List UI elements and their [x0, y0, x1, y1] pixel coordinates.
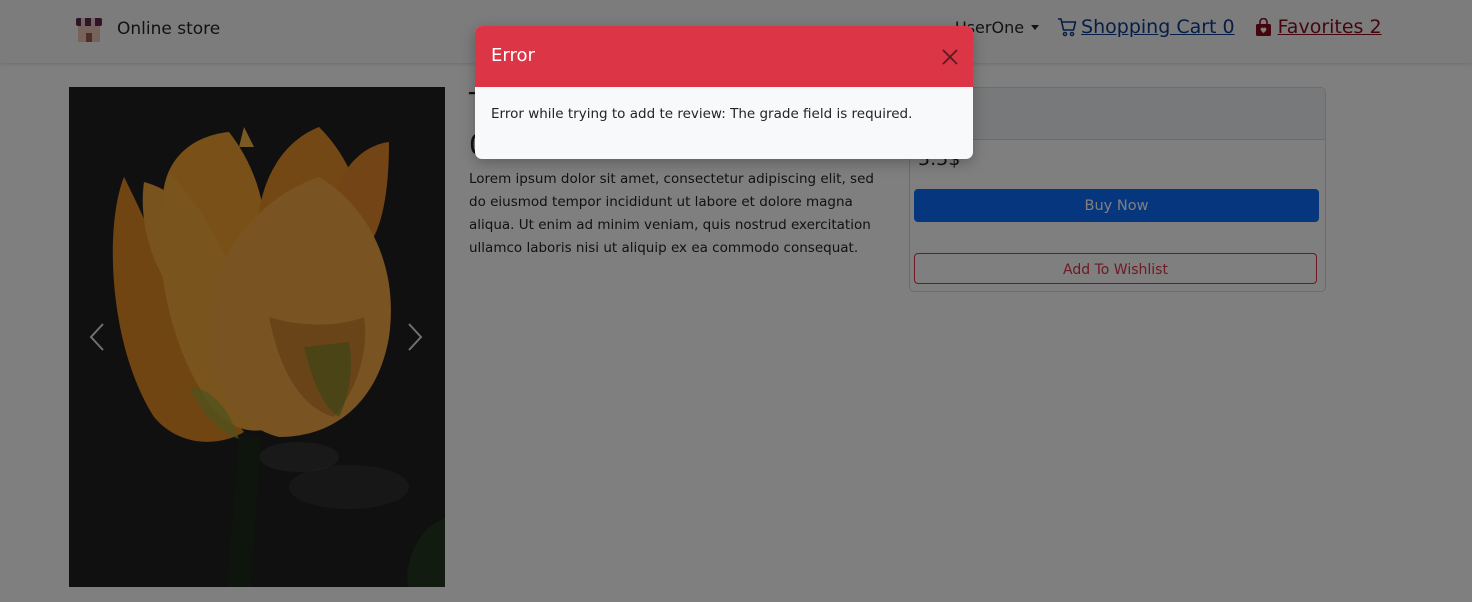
- modal-header: Error: [475, 26, 973, 87]
- error-modal: Error Error while trying to add te revie…: [475, 26, 973, 159]
- modal-title: Error: [491, 45, 535, 66]
- close-icon[interactable]: [941, 48, 959, 66]
- modal-message: Error while trying to add te review: The…: [491, 106, 913, 122]
